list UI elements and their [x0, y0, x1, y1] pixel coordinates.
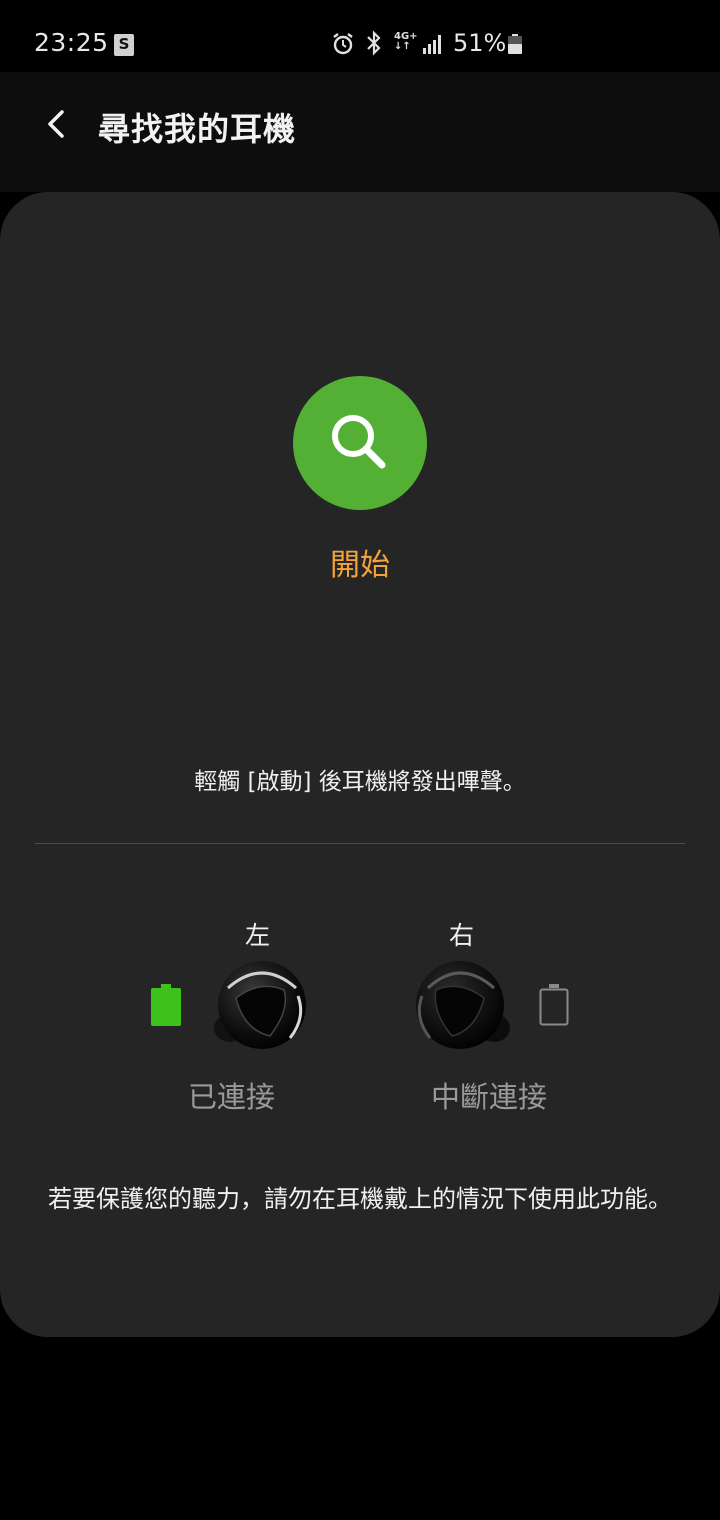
page-title: 尋找我的耳機 — [98, 110, 297, 148]
chevron-left-icon[interactable] — [34, 102, 78, 146]
right-earbud-icon — [416, 961, 510, 1049]
left-connection-status: 已連接 — [188, 1080, 276, 1114]
store-icon-letter: S — [118, 35, 130, 53]
bluetooth-icon — [367, 30, 381, 56]
battery-full-icon — [151, 984, 181, 1026]
clock: 23:25 — [34, 28, 109, 57]
divider — [35, 843, 685, 844]
instruction-text: 輕觸 [啟動] 後耳機將發出嗶聲。 — [194, 769, 526, 795]
shopping-bag-icon: S — [114, 34, 134, 56]
network-label: 4G+ — [394, 31, 418, 42]
hearing-warning-text: 若要保護您的聽力，請勿在耳機戴上的情況下使用此功能。 — [48, 1185, 672, 1213]
start-search-button[interactable] — [293, 376, 427, 510]
left-earbud-label: 左 — [245, 921, 271, 950]
battery-percent: 51% — [453, 29, 507, 57]
battery-empty-icon — [539, 984, 569, 1026]
search-icon — [332, 415, 386, 469]
right-connection-status: 中斷連接 — [431, 1080, 548, 1114]
alarm-icon — [333, 33, 353, 55]
signal-strength-icon — [423, 35, 441, 54]
status-bar: 23:25 S 4G+ ↓↑ 51% — [0, 0, 720, 72]
app-bar: 尋找我的耳機 — [0, 72, 720, 192]
left-earbud-icon — [214, 961, 306, 1049]
right-earbud-label: 右 — [449, 921, 475, 950]
start-label[interactable]: 開始 — [0, 540, 720, 584]
battery-icon — [508, 34, 522, 54]
network-type-icon: 4G+ ↓↑ — [394, 31, 418, 52]
